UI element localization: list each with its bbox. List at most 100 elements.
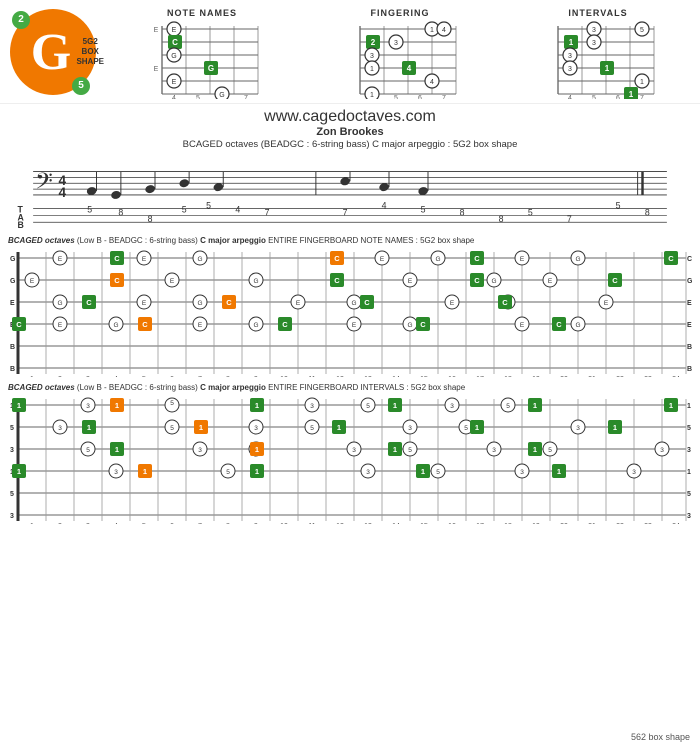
svg-text:C: C	[687, 256, 692, 263]
svg-text:5: 5	[548, 447, 552, 454]
svg-text:21: 21	[588, 376, 596, 377]
svg-text:5: 5	[10, 491, 14, 498]
svg-text:4: 4	[430, 79, 434, 86]
svg-text:G: G	[253, 322, 258, 329]
svg-text:E: E	[172, 79, 177, 86]
svg-text:7: 7	[265, 207, 270, 217]
svg-text:3: 3	[198, 447, 202, 454]
svg-text:5: 5	[226, 469, 230, 476]
svg-text:3: 3	[254, 425, 258, 432]
fretboard-full-1: G G E E B B C G E E B B	[4, 247, 696, 377]
svg-text:1: 1	[430, 27, 434, 34]
svg-text:1: 1	[143, 467, 147, 476]
diagram-note-names: NOTE NAMES 4	[110, 8, 294, 99]
svg-text:21: 21	[588, 523, 596, 524]
svg-text:G: G	[208, 64, 214, 73]
svg-text:1: 1	[557, 467, 561, 476]
svg-text:C: C	[114, 276, 120, 285]
svg-text:G: G	[575, 256, 580, 263]
svg-text:8: 8	[148, 214, 153, 224]
diagram-intervals-title: INTERVALS	[568, 8, 627, 18]
svg-text:G: G	[407, 322, 412, 329]
svg-text:11: 11	[308, 523, 315, 524]
svg-text:4: 4	[568, 95, 572, 99]
svg-text:E: E	[154, 66, 159, 73]
svg-text:E: E	[604, 300, 609, 307]
svg-text:3: 3	[86, 376, 90, 377]
svg-text:1: 1	[30, 523, 34, 524]
svg-text:1: 1	[687, 469, 691, 476]
svg-text:1: 1	[370, 92, 374, 99]
svg-text:G: G	[10, 256, 16, 263]
fingerboard-1-title: BCAGED octaves (Low B - BEADGC : 6-strin…	[4, 236, 696, 245]
svg-text:1: 1	[613, 423, 617, 432]
svg-text:G: G	[171, 53, 176, 60]
svg-text:E: E	[296, 300, 301, 307]
svg-text:18: 18	[504, 523, 512, 524]
fingerboard-section-2: BCAGED octaves (Low B - BEADGC : 6-strin…	[0, 381, 700, 526]
svg-text:3: 3	[492, 447, 496, 454]
svg-text:3: 3	[576, 425, 580, 432]
svg-text:G: G	[253, 278, 258, 285]
svg-text:5: 5	[616, 201, 621, 211]
svg-text:1: 1	[370, 66, 374, 73]
svg-text:5: 5	[10, 425, 14, 432]
svg-text:C: C	[172, 38, 178, 47]
svg-text:G: G	[219, 92, 224, 99]
svg-text:1: 1	[475, 423, 479, 432]
svg-text:E: E	[450, 300, 455, 307]
svg-text:1: 1	[533, 445, 537, 454]
svg-text:9: 9	[254, 523, 258, 524]
svg-text:8: 8	[460, 207, 465, 217]
svg-text:17: 17	[476, 376, 484, 377]
svg-text:5: 5	[408, 447, 412, 454]
fingerboard-section-1: BCAGED octaves (Low B - BEADGC : 6-strin…	[0, 234, 700, 379]
svg-text:C: C	[474, 276, 480, 285]
svg-text:6: 6	[616, 95, 620, 99]
svg-text:B: B	[687, 344, 692, 351]
svg-text:C: C	[334, 276, 340, 285]
svg-text:3: 3	[86, 523, 90, 524]
svg-text:8: 8	[226, 523, 230, 524]
svg-text:3: 3	[632, 469, 636, 476]
chord-diagrams: NOTE NAMES 4	[110, 8, 690, 99]
svg-text:E: E	[142, 300, 147, 307]
svg-text:5: 5	[687, 491, 691, 498]
svg-text:5: 5	[196, 95, 200, 99]
svg-text:5: 5	[170, 425, 174, 432]
svg-text:3: 3	[592, 27, 596, 34]
svg-text:2: 2	[58, 523, 62, 524]
svg-text:1: 1	[629, 90, 634, 99]
svg-text:8: 8	[645, 207, 650, 217]
svg-text:3: 3	[520, 469, 524, 476]
svg-text:15: 15	[420, 523, 428, 524]
svg-text:3: 3	[86, 403, 90, 410]
svg-text:C: C	[282, 320, 288, 329]
svg-text:5: 5	[394, 95, 398, 99]
svg-text:B: B	[687, 366, 692, 373]
svg-text:12: 12	[336, 376, 344, 377]
svg-text:3: 3	[114, 469, 118, 476]
svg-text:15: 15	[420, 376, 428, 377]
svg-text:4: 4	[114, 523, 118, 524]
svg-text:C: C	[334, 254, 340, 263]
svg-text:7: 7	[442, 95, 446, 99]
svg-text:5: 5	[506, 403, 510, 410]
diagram-fingering: FINGERING 4 5 6 7	[308, 8, 492, 99]
svg-text:G: G	[197, 300, 202, 307]
svg-text:G: G	[435, 256, 440, 263]
svg-text:E: E	[58, 256, 63, 263]
svg-text:B: B	[18, 220, 24, 230]
svg-text:5: 5	[86, 447, 90, 454]
diagram-note-names-title: NOTE NAMES	[167, 8, 237, 18]
svg-text:1: 1	[115, 445, 119, 454]
svg-text:5: 5	[170, 400, 174, 407]
svg-text:20: 20	[560, 376, 568, 377]
svg-text:1: 1	[393, 445, 397, 454]
svg-text:1: 1	[17, 467, 21, 476]
svg-text:3: 3	[687, 447, 691, 454]
svg-text:E: E	[520, 322, 525, 329]
svg-text:1: 1	[605, 64, 610, 73]
svg-text:23: 23	[644, 523, 652, 524]
diagram-intervals: INTERVALS 4 5 6 7	[506, 8, 690, 99]
